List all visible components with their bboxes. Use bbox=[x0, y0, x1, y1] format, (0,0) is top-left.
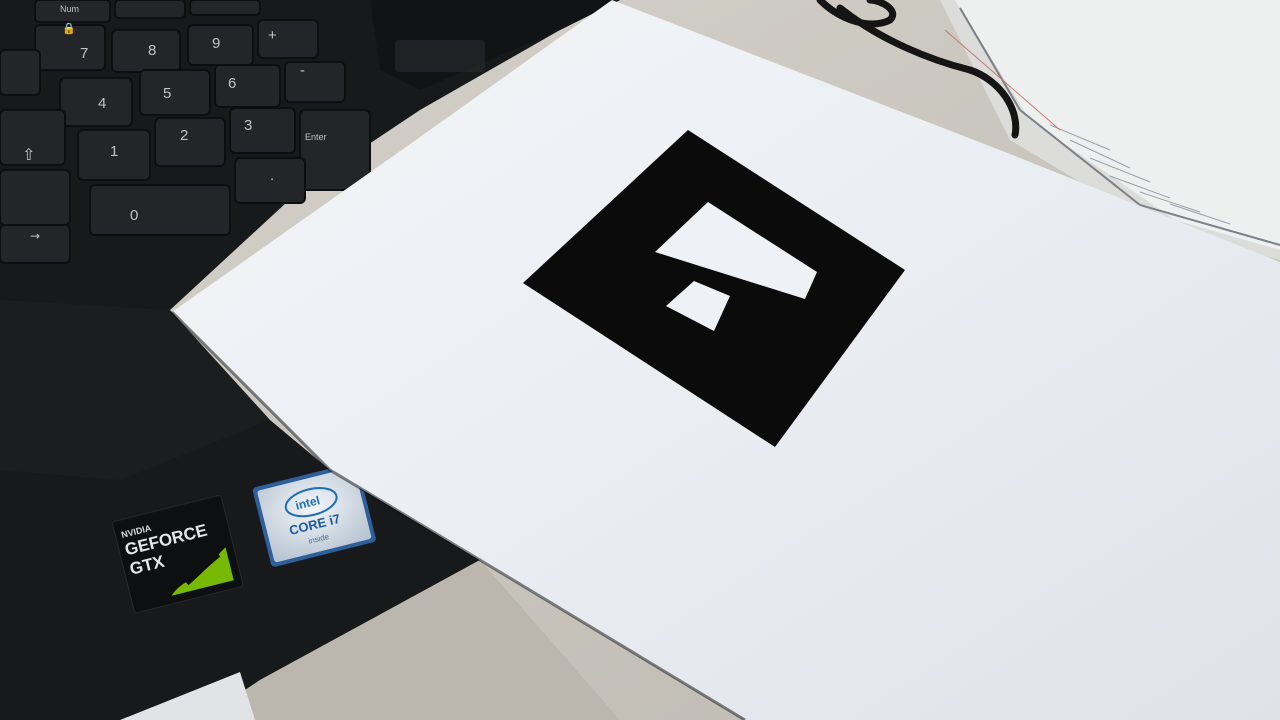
key-1-label: 1 bbox=[110, 143, 118, 160]
key-5-label: 5 bbox=[163, 85, 171, 102]
key-0-label: 0 bbox=[130, 207, 138, 224]
key-3-label: 3 bbox=[244, 117, 252, 134]
key-8-label: 8 bbox=[148, 42, 156, 59]
key-dot-label: . bbox=[270, 167, 274, 184]
key-6-label: 6 bbox=[228, 75, 236, 92]
up-arrow-icon: ⇧ bbox=[22, 145, 35, 164]
key-9-label: 9 bbox=[212, 35, 220, 52]
key-enter-label: Enter bbox=[305, 132, 327, 142]
key-2-label: 2 bbox=[180, 127, 188, 144]
key-minus-label: - bbox=[300, 62, 305, 79]
key-7-label: 7 bbox=[80, 45, 88, 62]
key-plus-label: + bbox=[268, 27, 277, 44]
right-arrow-icon: → bbox=[30, 229, 40, 243]
key-4-label: 4 bbox=[98, 95, 106, 112]
lock-icon: 🔒 bbox=[62, 22, 76, 35]
key-num-label: Num bbox=[60, 4, 79, 14]
photo-scene: Num 7 8 9 + 4 5 6 1 2 3 0 . Enter - ⇧ → … bbox=[0, 0, 1280, 720]
